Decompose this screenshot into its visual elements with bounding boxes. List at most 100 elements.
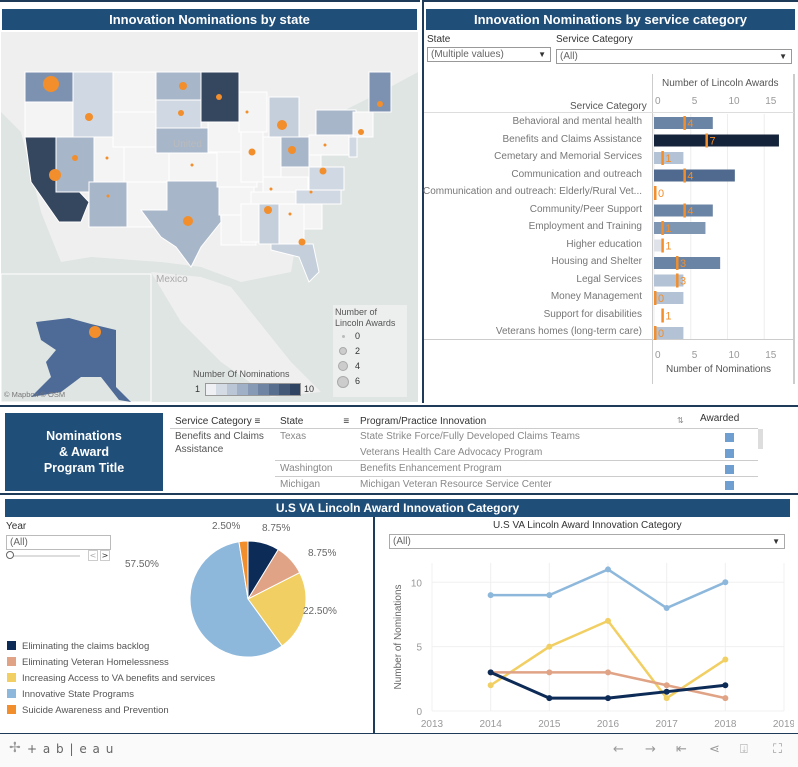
series-point xyxy=(722,579,729,586)
category-label[interactable]: Benefits and Claims Assistance xyxy=(502,134,642,145)
service-category-filter-dropdown[interactable]: (All) ▼ xyxy=(556,49,792,64)
category-label[interactable]: Communication and outreach xyxy=(511,169,642,180)
bottom-tick-label: 0 xyxy=(655,350,661,361)
col-header-awarded[interactable]: Awarded xyxy=(700,413,739,424)
legend-item[interactable]: Increasing Access to VA benefits and ser… xyxy=(7,673,215,684)
redo-icon[interactable]: → xyxy=(645,742,656,757)
category-label[interactable]: Cemetary and Memorial Services xyxy=(494,151,642,162)
nomination-bar xyxy=(654,257,721,269)
x-tick-label: 2018 xyxy=(714,719,737,730)
category-label[interactable]: Legal Services xyxy=(576,274,642,285)
series-point xyxy=(605,566,611,573)
category-panel: Innovation Nominations by service catego… xyxy=(422,0,798,403)
col-header-program[interactable]: Program/Practice Innovation xyxy=(360,416,486,427)
series-point xyxy=(663,605,670,612)
year-filter-input[interactable]: (All) xyxy=(6,535,111,550)
state-map[interactable]: United Mexico © Mapbox © OSM Number of L… xyxy=(1,32,418,402)
state-virginia xyxy=(308,166,345,191)
legend-item[interactable]: Eliminating Veteran Homelessness xyxy=(7,657,169,668)
sort-icon[interactable]: ≡ xyxy=(343,416,349,427)
award-label: 3 xyxy=(680,276,686,288)
award-marker xyxy=(654,291,657,305)
nomination-bar xyxy=(654,169,735,182)
legend-item[interactable]: Innovative State Programs xyxy=(7,689,134,700)
series-point xyxy=(722,656,729,663)
category-label[interactable]: Behavioral and mental health xyxy=(512,116,642,127)
bubble-virginia xyxy=(319,167,327,175)
line-chart: 2013 2014 2015 2016 2017 2018 2019 0 5 10 Number o… xyxy=(393,563,794,730)
series-point xyxy=(605,669,611,676)
color-legend-ramp xyxy=(205,383,301,396)
state-oregon xyxy=(24,101,76,138)
revert-icon[interactable]: ⇤ xyxy=(676,742,687,757)
category-label[interactable]: Veterans homes (long-term care) xyxy=(496,326,642,337)
bubble-idaho xyxy=(85,113,93,121)
sort-az-icon[interactable]: ⇅ xyxy=(677,416,684,425)
award-marker xyxy=(661,238,664,253)
sort-icon[interactable]: ≡ xyxy=(254,416,260,427)
category-label[interactable]: Housing and Shelter xyxy=(551,256,642,267)
legend-item[interactable]: Eliminating the claims backlog xyxy=(7,641,149,652)
service-category-bar-chart: Number of Lincoln Awards Service Categor… xyxy=(423,74,795,384)
state-south-carolina xyxy=(303,203,323,230)
cell-service-category: Benefits and Claims xyxy=(175,431,264,442)
state-filter-label: State xyxy=(427,34,451,45)
state-idaho xyxy=(72,71,114,138)
col-header-service-category[interactable]: Service Category ≡ xyxy=(175,416,260,427)
next-year-button[interactable]: > xyxy=(100,550,110,561)
legend-swatch xyxy=(7,689,16,698)
col-header-state[interactable]: State ≡ xyxy=(280,416,349,427)
table-scrollbar[interactable] xyxy=(758,429,763,449)
size-legend-dot xyxy=(339,347,347,355)
pie-label: 57.50% xyxy=(125,559,159,570)
size-legend-dot xyxy=(337,376,349,388)
year-slider[interactable] xyxy=(8,555,80,557)
fullscreen-icon[interactable]: ⛶ xyxy=(773,742,782,757)
download-icon[interactable]: ⍗ xyxy=(740,742,748,757)
award-marker xyxy=(683,116,686,130)
bubble-illinois xyxy=(248,148,256,156)
size-legend-dot xyxy=(338,361,348,371)
category-label[interactable]: Communication and outreach: Elderly/Rura… xyxy=(423,186,642,197)
state-indiana xyxy=(262,136,282,178)
category-label[interactable]: Employment and Training xyxy=(529,221,642,232)
awarded-mark xyxy=(725,449,734,458)
series-point xyxy=(546,669,553,676)
bubble-michigan xyxy=(277,120,287,130)
year-filter-label: Year xyxy=(6,521,27,532)
state-kansas xyxy=(168,152,218,182)
x-tick-label: 2017 xyxy=(656,719,679,730)
award-label: 4 xyxy=(687,118,693,130)
legend-swatch xyxy=(7,705,16,714)
award-marker xyxy=(654,326,657,340)
series-point xyxy=(663,688,670,695)
category-label[interactable]: Support for disabilities xyxy=(544,309,642,320)
series-point xyxy=(605,695,611,702)
nomination-bar xyxy=(654,274,684,287)
share-icon[interactable]: ⋖ xyxy=(709,742,720,757)
innovation-category-filter-dropdown[interactable]: (All) ▼ xyxy=(389,534,785,549)
award-marker xyxy=(705,133,708,148)
award-label: 1 xyxy=(665,311,671,323)
legend-item[interactable]: Suicide Awareness and Prevention xyxy=(7,705,169,716)
series-point xyxy=(722,695,729,702)
category-label[interactable]: Money Management xyxy=(551,291,642,302)
bubble-pennsylvania xyxy=(323,143,327,147)
prev-year-button[interactable]: < xyxy=(88,550,98,561)
award-marker xyxy=(683,168,686,183)
year-slider-handle[interactable] xyxy=(6,551,14,559)
awarded-mark xyxy=(725,481,734,490)
state-filter-dropdown[interactable]: (Multiple values) ▼ xyxy=(427,47,551,62)
bubble-georgia xyxy=(288,212,292,216)
bubble-kansas xyxy=(190,163,194,167)
nomination-bar xyxy=(654,239,662,252)
award-label: 0 xyxy=(658,188,664,200)
category-label[interactable]: Higher education xyxy=(566,239,642,250)
category-label[interactable]: Community/Peer Support xyxy=(530,204,642,215)
state-arizona xyxy=(88,181,128,228)
series-point xyxy=(663,682,670,689)
undo-icon[interactable]: ← xyxy=(613,742,624,757)
state-pennsylvania xyxy=(308,134,350,156)
bubble-arizona xyxy=(106,194,110,198)
award-label: 0 xyxy=(658,293,664,305)
